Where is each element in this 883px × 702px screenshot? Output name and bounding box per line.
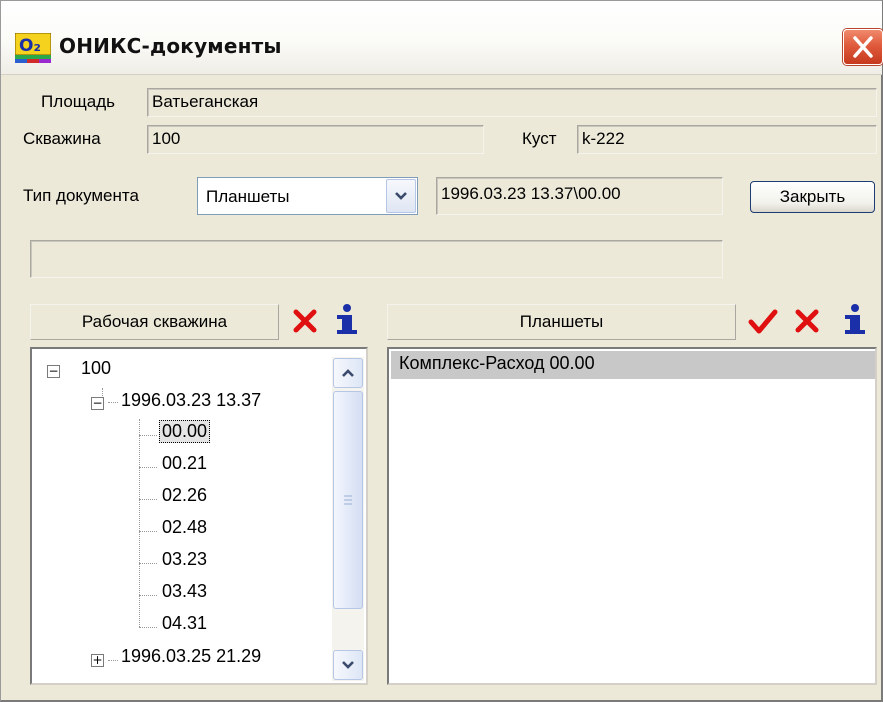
scroll-thumb[interactable] xyxy=(333,391,363,609)
expand-icon[interactable]: + xyxy=(91,654,104,667)
area-field[interactable]: Ватьеганская xyxy=(147,88,877,117)
tree-connector xyxy=(139,467,157,468)
doctype-select-value: Планшеты xyxy=(206,187,290,206)
well-label: Скважина xyxy=(23,129,101,148)
tree-connector xyxy=(139,435,157,436)
area-label: Площадь xyxy=(41,92,116,111)
documents-list[interactable]: Комплекс-Расход 00.00 xyxy=(387,347,877,685)
tree-node[interactable]: 03.23 xyxy=(162,549,207,570)
tree-node-root[interactable]: 100 xyxy=(81,358,111,379)
close-button[interactable]: Закрыть xyxy=(750,181,875,213)
collapse-icon[interactable]: − xyxy=(47,365,60,378)
list-item[interactable]: Комплекс-Расход 00.00 xyxy=(391,351,875,379)
app-icon: O₂ xyxy=(14,32,52,63)
window-close-button[interactable] xyxy=(843,29,883,65)
tree-node[interactable]: 03.43 xyxy=(162,581,207,602)
info-icon[interactable] xyxy=(837,303,869,335)
well-field[interactable]: 100 xyxy=(147,125,484,154)
pad-label: Куст xyxy=(522,129,557,148)
tree-connector xyxy=(139,627,157,628)
tree-connector xyxy=(139,595,157,596)
title-bar[interactable]: O₂ ОНИКС-документы xyxy=(1,1,883,75)
status-field xyxy=(30,240,723,278)
right-panel-header: Планшеты xyxy=(387,304,736,340)
tree-node[interactable]: 04.31 xyxy=(162,613,207,634)
tree-scrollbar[interactable] xyxy=(332,357,364,681)
tree-node[interactable]: 02.26 xyxy=(162,485,207,506)
close-icon xyxy=(853,36,873,58)
left-panel-header: Рабочая скважина xyxy=(30,304,279,340)
dialog-window: O₂ ОНИКС-документы Площадь Ватьеганская … xyxy=(0,0,883,702)
doctype-label: Тип документа xyxy=(23,186,139,205)
tree-connector xyxy=(108,402,118,403)
grip-icon xyxy=(344,495,352,505)
delete-icon[interactable] xyxy=(289,305,321,337)
chevron-up-icon xyxy=(342,369,354,377)
chevron-down-icon xyxy=(342,661,354,669)
doctype-select[interactable]: Планшеты xyxy=(197,177,418,215)
tree-connector xyxy=(139,563,157,564)
window-title: ОНИКС-документы xyxy=(59,34,282,58)
svg-text:O₂: O₂ xyxy=(19,36,41,56)
tree-node[interactable]: 00.21 xyxy=(162,453,207,474)
info-icon[interactable] xyxy=(329,303,361,335)
doc-path-field[interactable]: 1996.03.23 13.37\00.00 xyxy=(436,177,723,215)
scroll-up-button[interactable] xyxy=(333,358,363,388)
scroll-down-button[interactable] xyxy=(333,650,363,680)
tree-node-selected[interactable]: 00.00 xyxy=(159,420,211,443)
delete-icon[interactable] xyxy=(791,305,823,337)
tree-node[interactable]: 02.48 xyxy=(162,517,207,538)
tree-connector xyxy=(139,499,157,500)
check-icon[interactable] xyxy=(747,305,779,337)
tree-connector xyxy=(139,531,157,532)
collapse-icon[interactable]: − xyxy=(91,397,104,410)
pad-field[interactable]: k-222 xyxy=(577,125,877,154)
tree-node-group[interactable]: 1996.03.23 13.37 xyxy=(121,390,261,411)
chevron-down-icon[interactable] xyxy=(386,179,416,213)
tree-node-group[interactable]: 1996.03.25 21.29 xyxy=(121,646,261,667)
well-tree[interactable]: − 100 − 1996.03.23 13.37 00.00 00.21 02.… xyxy=(30,347,368,685)
tree-connector xyxy=(108,660,118,661)
